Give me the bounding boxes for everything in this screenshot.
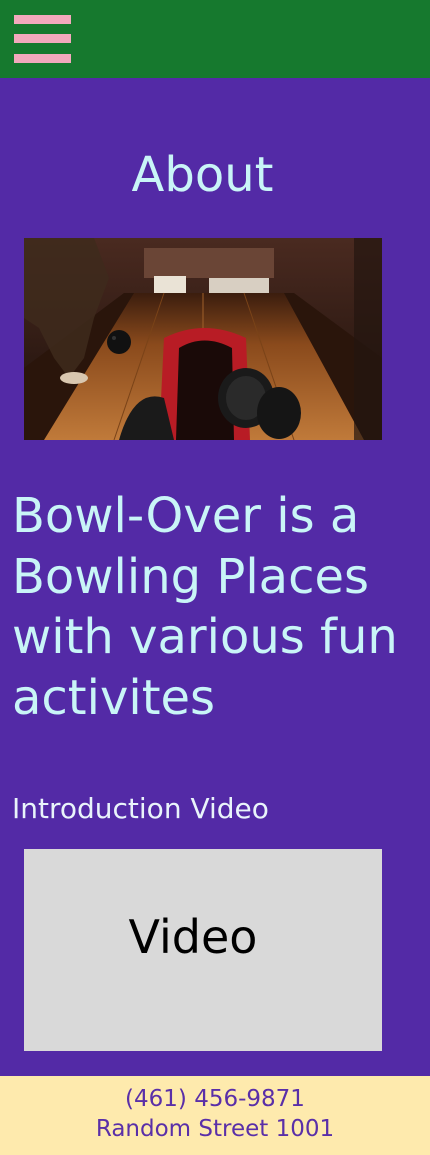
- footer-phone: (461) 456-9871: [125, 1086, 305, 1112]
- menu-bar-line: [14, 34, 71, 43]
- footer: (461) 456-9871 Random Street 1001: [0, 1076, 430, 1155]
- bowling-lane-photo: [24, 238, 382, 440]
- menu-bar-line: [14, 54, 71, 63]
- introduction-video-player[interactable]: Video: [24, 849, 382, 1051]
- page-title: About: [131, 147, 274, 203]
- video-placeholder-label: Video: [128, 910, 258, 964]
- top-navigation-bar: [0, 0, 430, 78]
- tagline: Bowl-Over is a Bowling Places with vario…: [12, 488, 398, 726]
- footer-address: Random Street 1001: [95, 1116, 335, 1142]
- video-section-heading: Introduction Video: [12, 792, 269, 825]
- hamburger-menu-icon[interactable]: [14, 14, 71, 64]
- menu-bar-line: [14, 15, 71, 24]
